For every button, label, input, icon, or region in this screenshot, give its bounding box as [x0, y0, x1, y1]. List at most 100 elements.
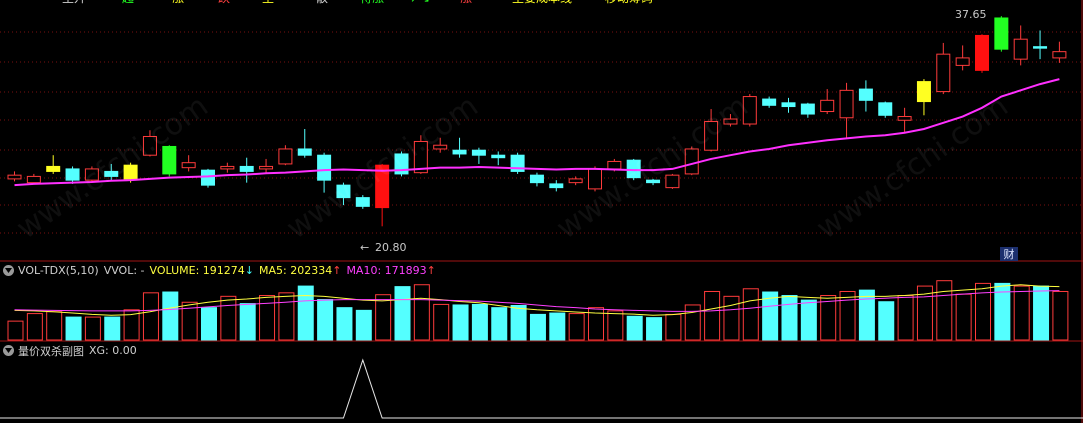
candle-body — [704, 121, 719, 151]
candle-body — [568, 178, 583, 184]
candle-body — [626, 159, 641, 179]
candle-body — [723, 118, 738, 125]
candle-body — [1013, 38, 1028, 60]
volume-bar — [878, 301, 895, 341]
candle-body — [104, 170, 119, 177]
vol-collapse-button[interactable] — [3, 265, 14, 276]
candle-body — [278, 148, 293, 165]
volume-bar — [162, 291, 179, 341]
volume-bar — [723, 295, 740, 341]
xg-value: XG: 0.00 — [89, 344, 137, 357]
volume-bar — [355, 309, 372, 341]
top-menu-item: 跌 — [218, 0, 230, 5]
high-price-label: 37.65 — [955, 8, 987, 21]
top-menu-item: 涨 — [172, 0, 184, 5]
candle-body — [259, 165, 274, 170]
candle-body — [355, 197, 370, 207]
candle-body — [65, 168, 80, 181]
xg-indicator-name[interactable]: 量价双杀副图 — [18, 343, 84, 359]
volume-bar — [665, 313, 682, 341]
candle-body — [220, 165, 235, 170]
xg-signal-line — [0, 358, 1083, 419]
volume-bar — [46, 311, 63, 341]
volume-bar — [646, 317, 663, 341]
price-chart[interactable]: 主升 起 涨 跌 主 散 待涨 ↗↘ 涨 主要成本线 移动筹码 — [0, 0, 1083, 423]
volume-bar — [84, 316, 101, 341]
stock-chart-window: 主升起涨跌主散待涨↗↘涨主要成本线移动筹码 37.65 ← 20.80 财 ww… — [0, 0, 1083, 423]
volume-down-arrow: ↓ — [244, 264, 254, 277]
candle-body — [878, 102, 893, 116]
candle-body — [607, 160, 622, 170]
volume-bar — [510, 304, 527, 341]
candle-body — [858, 88, 873, 101]
volume-bar — [394, 286, 411, 341]
volume-bar — [220, 295, 237, 341]
candle-body — [7, 174, 22, 180]
volume-bar — [259, 295, 276, 341]
candle-body — [588, 168, 602, 190]
vol-panel-header: VOL-TDX(5,10) VVOL: - VOLUME: 191274 ↓ M… — [0, 263, 441, 278]
volume-bar — [1052, 290, 1069, 341]
volume-bar — [201, 307, 217, 341]
volume-bar — [549, 312, 566, 341]
volume-bar — [7, 320, 24, 341]
volume-bar — [471, 303, 488, 341]
volume-bar — [433, 303, 450, 341]
volume-bar — [936, 280, 953, 341]
top-menu-item: 主 — [262, 0, 274, 5]
volume-bar — [375, 294, 392, 341]
candle-body — [839, 89, 854, 119]
top-menu-item: ↗↘ — [410, 0, 430, 5]
xg-collapse-button[interactable] — [3, 345, 14, 356]
volume-bar — [897, 295, 914, 341]
candle-body — [916, 81, 931, 103]
volume-bar — [26, 313, 43, 341]
candle-body — [433, 144, 448, 150]
candle-body — [781, 102, 796, 108]
candle-body — [1033, 46, 1048, 49]
candle-body — [742, 96, 757, 125]
candle-body — [142, 135, 157, 156]
low-price-label: 20.80 — [375, 241, 407, 254]
volume-bar — [239, 303, 256, 341]
candle-body — [123, 164, 138, 180]
volume-bar — [142, 292, 159, 341]
volume-bar — [452, 304, 469, 341]
chevron-down-icon — [5, 348, 12, 353]
candle-body — [452, 149, 467, 155]
volume-bar — [297, 285, 314, 341]
candle-body — [762, 98, 777, 106]
candle-body — [162, 145, 177, 175]
candle-body — [46, 165, 61, 172]
candle-body — [897, 116, 912, 121]
volume-value: VOLUME: 191274 — [149, 264, 245, 277]
top-menu-item: 主要成本线 — [512, 0, 572, 5]
volume-bar — [1033, 285, 1050, 341]
candle-body — [491, 154, 506, 159]
volume-bar — [336, 307, 353, 341]
volume-bar — [800, 299, 817, 341]
vol-indicator-name[interactable]: VOL-TDX(5,10) — [18, 264, 99, 277]
candle-body — [471, 149, 486, 156]
candle-body — [549, 183, 564, 189]
ma10-value: MA10: 171893 — [346, 264, 427, 277]
volume-bar — [607, 310, 624, 341]
ma5-value: MA5: 202334 — [259, 264, 333, 277]
candle-body — [684, 148, 699, 175]
volume-bar — [65, 316, 82, 341]
volume-bar — [626, 315, 643, 341]
candle-body — [820, 99, 835, 113]
candle-body — [201, 169, 215, 186]
chevron-down-icon — [5, 268, 12, 273]
candle-body — [1052, 51, 1067, 59]
ma5-up-arrow: ↑ — [332, 264, 342, 277]
finance-badge[interactable]: 财 — [1000, 247, 1018, 261]
candle-body — [84, 168, 99, 181]
volume-bar — [317, 299, 334, 341]
xg-panel-header: 量价双杀副图 XG: 0.00 — [0, 343, 142, 358]
candle-body — [239, 165, 254, 172]
candle-body — [297, 148, 312, 156]
candle-body — [994, 17, 1009, 50]
candle-body — [336, 184, 351, 199]
volume-bar — [839, 290, 856, 341]
